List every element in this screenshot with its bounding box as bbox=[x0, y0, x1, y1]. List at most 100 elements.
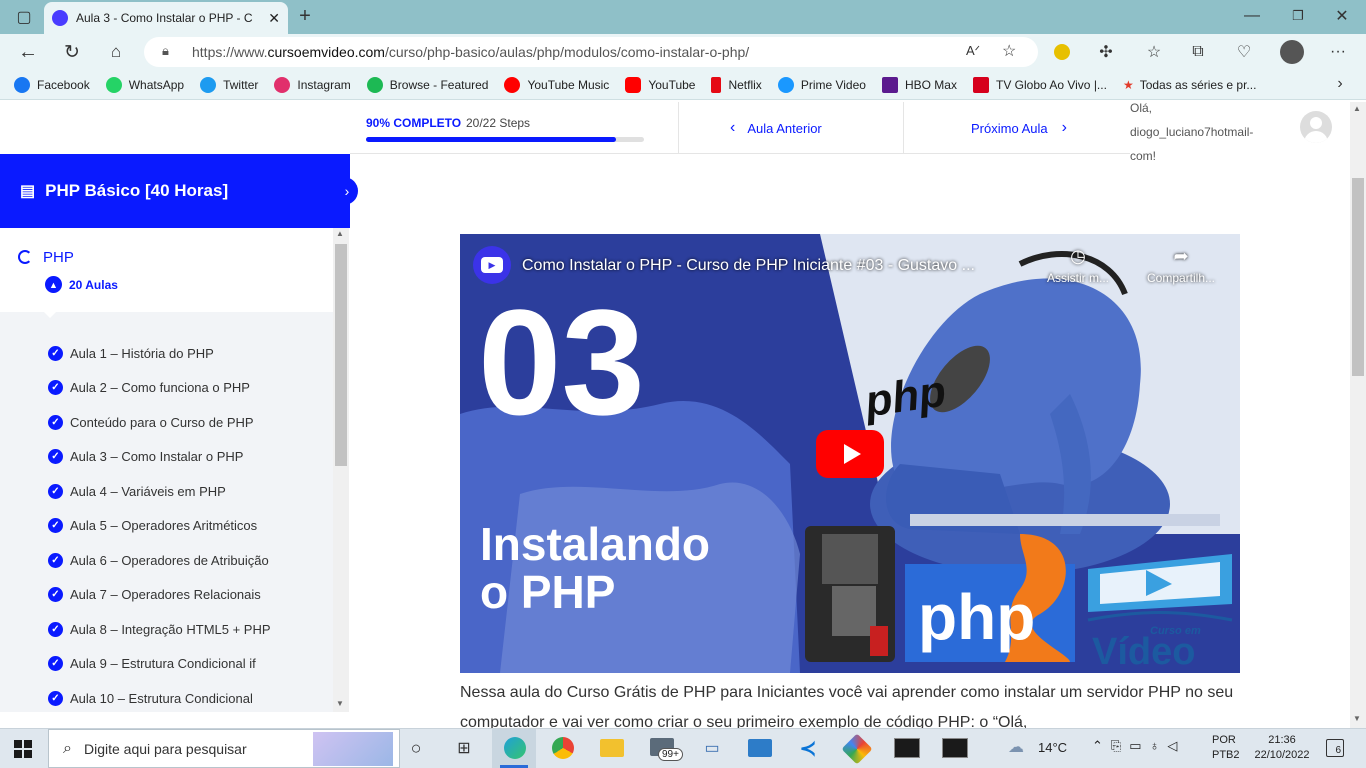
bookmark-youtube-music[interactable]: YouTube Music bbox=[504, 76, 609, 93]
section-title[interactable]: PHP bbox=[43, 249, 74, 266]
youtube-play-button[interactable] bbox=[816, 430, 884, 478]
profile-avatar[interactable] bbox=[1280, 40, 1304, 64]
bookmark-youtube[interactable]: YouTube bbox=[625, 76, 695, 93]
brand-big: Vídeo bbox=[1092, 631, 1195, 673]
lesson-item[interactable]: ✓ Conteúdo para o Curso de PHP bbox=[48, 415, 254, 430]
sidebar-scroll-thumb[interactable] bbox=[335, 244, 347, 466]
lesson-item[interactable]: ✓ Aula 6 – Operadores de Atribuição bbox=[48, 553, 269, 568]
lesson-item[interactable]: ✓ Aula 8 – Integração HTML5 + PHP bbox=[48, 622, 271, 637]
notification-center[interactable]: 6 bbox=[1326, 739, 1344, 757]
home-icon[interactable]: ⌂ bbox=[104, 40, 128, 64]
lesson-item[interactable]: ✓ Aula 5 – Operadores Aritméticos bbox=[48, 518, 257, 533]
bookmark-twitter[interactable]: Twitter bbox=[200, 76, 258, 93]
page-scroll-down-icon[interactable]: ▼ bbox=[1353, 714, 1361, 723]
bookmark-series[interactable]: ★ Todas as séries e pr... bbox=[1123, 78, 1257, 92]
facebook-icon bbox=[14, 76, 30, 93]
bookmark-whatsapp[interactable]: WhatsApp bbox=[105, 76, 184, 93]
restore-icon[interactable]: ❐ bbox=[1286, 6, 1310, 26]
section-progress-icon bbox=[18, 250, 32, 264]
user-avatar[interactable] bbox=[1300, 111, 1332, 143]
taskbar-edge-active[interactable] bbox=[492, 729, 536, 768]
back-icon[interactable]: ← bbox=[16, 40, 40, 64]
thumbnail-number: 03 bbox=[478, 278, 645, 446]
lesson-item[interactable]: ✓ Aula 10 – Estrutura Condicional bbox=[48, 691, 253, 706]
watch-later-button[interactable]: ◷ Assistir m... bbox=[1038, 246, 1118, 285]
hbo-max-icon bbox=[881, 76, 898, 93]
lesson-item[interactable]: ✓ Aula 9 – Estrutura Condicional if bbox=[48, 656, 256, 671]
lesson-item-current[interactable]: ✓ Aula 3 – Como Instalar o PHP bbox=[48, 449, 243, 464]
url-field[interactable]: 🔒︎ https://www. cursoemvideo.com/curso/ph… bbox=[144, 37, 1038, 67]
windows-start-icon[interactable] bbox=[14, 740, 32, 758]
check-icon: ✓ bbox=[48, 656, 63, 671]
new-tab-icon[interactable]: + bbox=[294, 5, 316, 27]
close-tab-icon[interactable]: ✕ bbox=[268, 10, 280, 27]
browser-essentials-icon[interactable]: ♡ bbox=[1232, 40, 1256, 64]
bookmark-tv-globo[interactable]: TV Globo Ao Vivo |... bbox=[972, 76, 1107, 93]
scroll-up-icon[interactable]: ▲ bbox=[336, 229, 344, 238]
browser-tab[interactable]: Aula 3 - Como Instalar o PHP - C ✕ bbox=[44, 2, 288, 34]
collections-icon[interactable]: ⧉ bbox=[1186, 40, 1210, 64]
system-tray-icons[interactable]: ⌃⎘▭♁◁ bbox=[1092, 738, 1185, 754]
url-host: cursoemvideo.com bbox=[267, 44, 385, 60]
remote-desktop-icon[interactable] bbox=[748, 739, 772, 757]
bookmark-prime-video[interactable]: Prime Video bbox=[777, 76, 866, 93]
more-menu-icon[interactable]: ··· bbox=[1326, 40, 1350, 64]
file-explorer-icon[interactable] bbox=[600, 739, 624, 757]
refresh-icon[interactable]: ↻ bbox=[60, 40, 84, 64]
weather-temp[interactable]: 14°C bbox=[1038, 740, 1067, 755]
extension-icon[interactable] bbox=[1050, 40, 1074, 64]
chrome-icon[interactable] bbox=[552, 737, 574, 759]
divider bbox=[903, 102, 904, 154]
clock[interactable]: 21:36 22/10/2022 bbox=[1250, 733, 1314, 763]
scroll-down-icon[interactable]: ▼ bbox=[336, 699, 344, 708]
favorite-add-icon[interactable]: ☆ bbox=[1002, 41, 1016, 61]
tab-title: Aula 3 - Como Instalar o PHP - C bbox=[76, 11, 253, 25]
next-lesson-button[interactable]: Próximo Aula › bbox=[971, 119, 1067, 137]
terminal-icon[interactable] bbox=[894, 738, 920, 758]
lesson-item[interactable]: ✓ Aula 2 – Como funciona o PHP bbox=[48, 380, 250, 395]
section-pointer bbox=[42, 310, 58, 318]
taskbar-search[interactable]: ⌕ Digite aqui para pesquisar bbox=[48, 729, 400, 768]
search-icon: ⌕ bbox=[63, 739, 72, 757]
globo-icon bbox=[972, 76, 989, 93]
course-header[interactable]: ▤ PHP Básico [40 Horas] bbox=[0, 154, 350, 228]
prime-video-icon bbox=[777, 76, 794, 93]
section-toggle[interactable]: ▲ 20 Aulas bbox=[45, 276, 118, 293]
language-indicator[interactable]: POR PTB2 bbox=[1212, 733, 1240, 763]
course-title: PHP Básico [40 Horas] bbox=[45, 181, 229, 200]
widgets-icon[interactable]: ⊞ bbox=[452, 736, 476, 760]
favorites-icon[interactable]: ☆ bbox=[1142, 40, 1166, 64]
url-prefix: https://www. bbox=[192, 44, 268, 60]
page-scroll-up-icon[interactable]: ▲ bbox=[1353, 104, 1361, 113]
collapse-sidebar-icon[interactable]: › bbox=[336, 177, 358, 205]
twitter-icon bbox=[200, 76, 217, 93]
lesson-item[interactable]: ✓ Aula 4 – Variáveis em PHP bbox=[48, 484, 226, 499]
tab-actions-icon[interactable]: ▢ bbox=[12, 6, 36, 28]
lesson-item[interactable]: ✓ Aula 7 – Operadores Relacionais bbox=[48, 587, 261, 602]
share-button[interactable]: ➦ Compartilh... bbox=[1136, 246, 1226, 285]
read-aloud-icon[interactable]: Aᐟ bbox=[966, 43, 980, 59]
video-player[interactable]: 03 php Instalando o PHP php Curso em Víd… bbox=[460, 234, 1240, 673]
bookmark-spotify[interactable]: Browse - Featured bbox=[366, 76, 488, 93]
bookmarks-overflow-icon[interactable]: › bbox=[1330, 74, 1350, 94]
document-icon: ▤ bbox=[20, 183, 36, 200]
page-scroll-thumb[interactable] bbox=[1352, 178, 1364, 376]
weather-icon[interactable]: ☁ bbox=[1008, 737, 1024, 757]
bookmark-facebook[interactable]: Facebook bbox=[14, 76, 90, 93]
minimize-icon[interactable]: — bbox=[1240, 6, 1264, 26]
mail-badge: 99+ bbox=[658, 748, 683, 761]
search-highlight-image bbox=[313, 732, 393, 766]
video-title[interactable]: Como Instalar o PHP - Curso de PHP Inici… bbox=[522, 257, 975, 275]
extensions-puzzle-icon[interactable]: ✣ bbox=[1094, 40, 1118, 64]
vscode-icon[interactable]: ≺ bbox=[796, 736, 820, 760]
close-window-icon[interactable]: ✕ bbox=[1330, 6, 1354, 26]
device-icon[interactable]: ▭ bbox=[700, 737, 724, 759]
channel-avatar[interactable]: ▶ bbox=[473, 246, 511, 284]
bookmark-instagram[interactable]: Instagram bbox=[274, 76, 351, 93]
terminal-icon[interactable] bbox=[942, 738, 968, 758]
bookmark-hbo-max[interactable]: HBO Max bbox=[881, 76, 957, 93]
task-view-icon[interactable]: ○ bbox=[404, 736, 428, 760]
lesson-item[interactable]: ✓ Aula 1 – História do PHP bbox=[48, 346, 214, 361]
bookmark-netflix[interactable]: Netflix bbox=[711, 76, 762, 93]
prev-lesson-button[interactable]: ‹ Aula Anterior bbox=[730, 119, 822, 137]
